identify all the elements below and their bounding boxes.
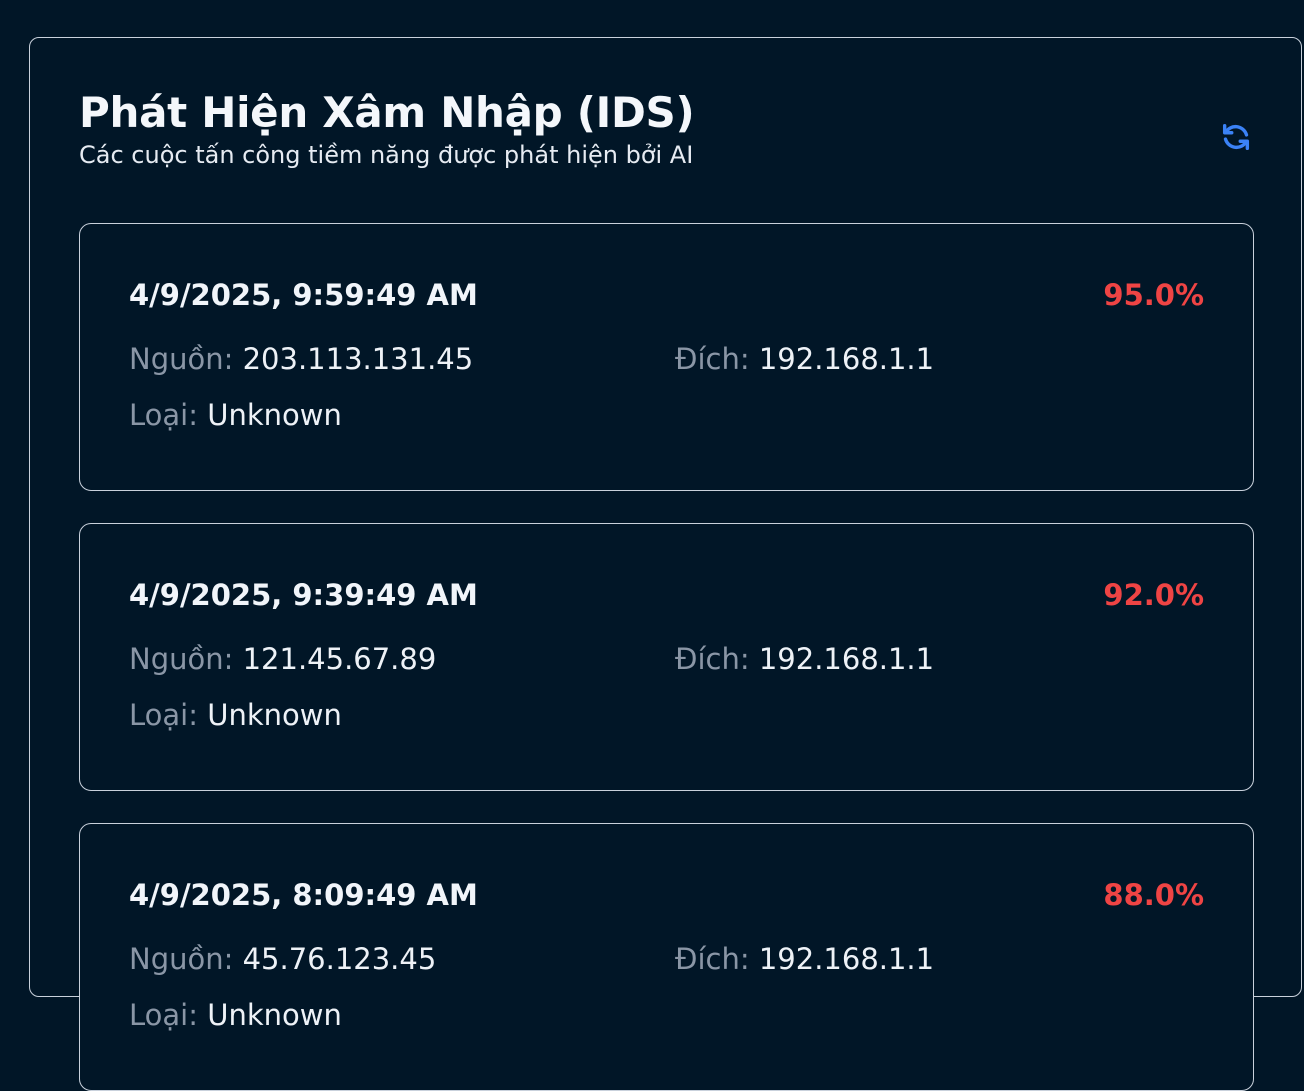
type-value: Unknown: [207, 698, 342, 732]
source-value: 45.76.123.45: [242, 942, 437, 976]
type-label: Loại:: [129, 998, 198, 1032]
alert-time: 4/9/2025, 9:39:49 AM: [129, 578, 478, 612]
alert-card[interactable]: 4/9/2025, 8:09:49 AM 88.0% Nguồn: 45.76.…: [79, 823, 1254, 1091]
refresh-button[interactable]: [1216, 117, 1256, 157]
alert-time: 4/9/2025, 8:09:49 AM: [129, 878, 478, 912]
destination-label: Đích:: [675, 942, 750, 976]
panel-header: Phát Hiện Xâm Nhập (IDS) Các cuộc tấn cô…: [79, 88, 1259, 178]
destination-label: Đích:: [675, 642, 750, 676]
type-value: Unknown: [207, 998, 342, 1032]
refresh-icon: [1222, 123, 1250, 151]
source-label: Nguồn:: [129, 642, 234, 676]
type-label: Loại:: [129, 698, 198, 732]
alert-source: Nguồn: 121.45.67.89: [129, 642, 436, 676]
alert-type: Loại: Unknown: [129, 698, 342, 732]
alert-card[interactable]: 4/9/2025, 9:59:49 AM 95.0% Nguồn: 203.11…: [79, 223, 1254, 491]
alert-confidence: 95.0%: [1103, 278, 1204, 312]
alert-source: Nguồn: 203.113.131.45: [129, 342, 473, 376]
page-title: Phát Hiện Xâm Nhập (IDS): [79, 88, 695, 137]
source-value: 121.45.67.89: [242, 642, 437, 676]
destination-value: 192.168.1.1: [758, 642, 935, 676]
alert-destination: Đích: 192.168.1.1: [675, 342, 934, 376]
page-subtitle: Các cuộc tấn công tiềm năng được phát hi…: [79, 141, 694, 169]
alert-source: Nguồn: 45.76.123.45: [129, 942, 436, 976]
source-value: 203.113.131.45: [242, 342, 474, 376]
source-label: Nguồn:: [129, 342, 234, 376]
alert-type: Loại: Unknown: [129, 998, 342, 1032]
destination-value: 192.168.1.1: [758, 942, 935, 976]
type-label: Loại:: [129, 398, 198, 432]
type-value: Unknown: [207, 398, 342, 432]
alert-card[interactable]: 4/9/2025, 9:39:49 AM 92.0% Nguồn: 121.45…: [79, 523, 1254, 791]
alert-confidence: 88.0%: [1103, 878, 1204, 912]
alert-type: Loại: Unknown: [129, 398, 342, 432]
ids-panel: Phát Hiện Xâm Nhập (IDS) Các cuộc tấn cô…: [29, 37, 1302, 1091]
destination-label: Đích:: [675, 342, 750, 376]
alert-destination: Đích: 192.168.1.1: [675, 942, 934, 976]
alert-confidence: 92.0%: [1103, 578, 1204, 612]
source-label: Nguồn:: [129, 942, 234, 976]
destination-value: 192.168.1.1: [758, 342, 935, 376]
alert-destination: Đích: 192.168.1.1: [675, 642, 934, 676]
alert-time: 4/9/2025, 9:59:49 AM: [129, 278, 478, 312]
